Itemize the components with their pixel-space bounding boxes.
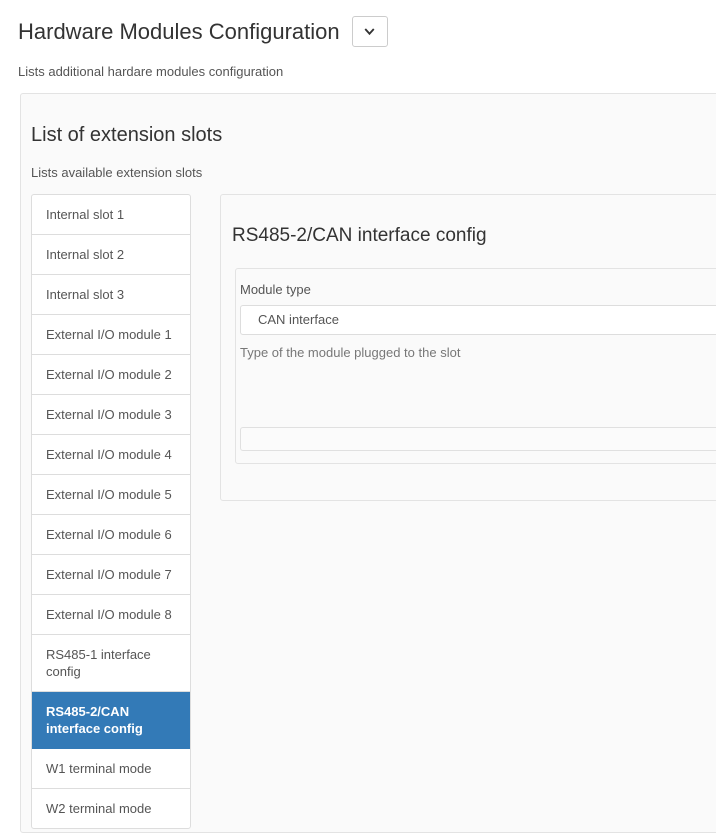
detail-panel-title: RS485-2/CAN interface config (232, 225, 487, 246)
slot-detail-panel: RS485-2/CAN interface config Module type… (220, 194, 716, 501)
module-type-help-text: Type of the module plugged to the slot (240, 345, 461, 360)
module-type-label: Module type (240, 282, 311, 297)
section-subtitle: Lists available extension slots (31, 165, 203, 180)
slot-list-item[interactable]: RS485-1 interface config (32, 635, 190, 692)
module-type-select[interactable]: CAN interface (240, 305, 716, 335)
slot-list-item[interactable]: External I/O module 3 (32, 395, 190, 435)
slot-list-item[interactable]: Internal slot 1 (32, 195, 190, 235)
module-type-form-group: Module type CAN interface Type of the mo… (235, 268, 716, 464)
form-action-bar[interactable] (240, 427, 716, 451)
slot-list-item[interactable]: External I/O module 5 (32, 475, 190, 515)
slot-list-item[interactable]: External I/O module 2 (32, 355, 190, 395)
page-title: Hardware Modules Configuration (18, 18, 340, 44)
collapse-toggle-button[interactable] (351, 16, 388, 47)
slot-list: Internal slot 1 Internal slot 2 Internal s… (31, 194, 191, 829)
slot-list-item[interactable]: W2 terminal mode (32, 789, 190, 828)
panel-body: Internal slot 1 Internal slot 2 Internal s… (21, 194, 716, 834)
slot-list-item[interactable]: External I/O module 8 (32, 595, 190, 635)
slot-list-item[interactable]: External I/O module 1 (32, 315, 190, 355)
slot-list-item[interactable]: Internal slot 2 (32, 235, 190, 275)
chevron-down-icon (364, 28, 375, 36)
slot-list-item[interactable]: External I/O module 4 (32, 435, 190, 475)
slot-list-item[interactable]: External I/O module 6 (32, 515, 190, 555)
section-title: List of extension slots (31, 124, 223, 146)
slot-list-item[interactable]: RS485-2/CAN interface config (32, 692, 190, 749)
slot-list-item[interactable]: Internal slot 3 (32, 275, 190, 315)
page-subtitle: Lists additional hardare modules configu… (18, 64, 284, 79)
slot-list-item[interactable]: External I/O module 7 (32, 555, 190, 595)
slot-list-item[interactable]: W1 terminal mode (32, 749, 190, 789)
extension-slots-panel: List of extension slots Lists available … (20, 93, 716, 833)
page-header: Hardware Modules Configuration (0, 0, 716, 47)
